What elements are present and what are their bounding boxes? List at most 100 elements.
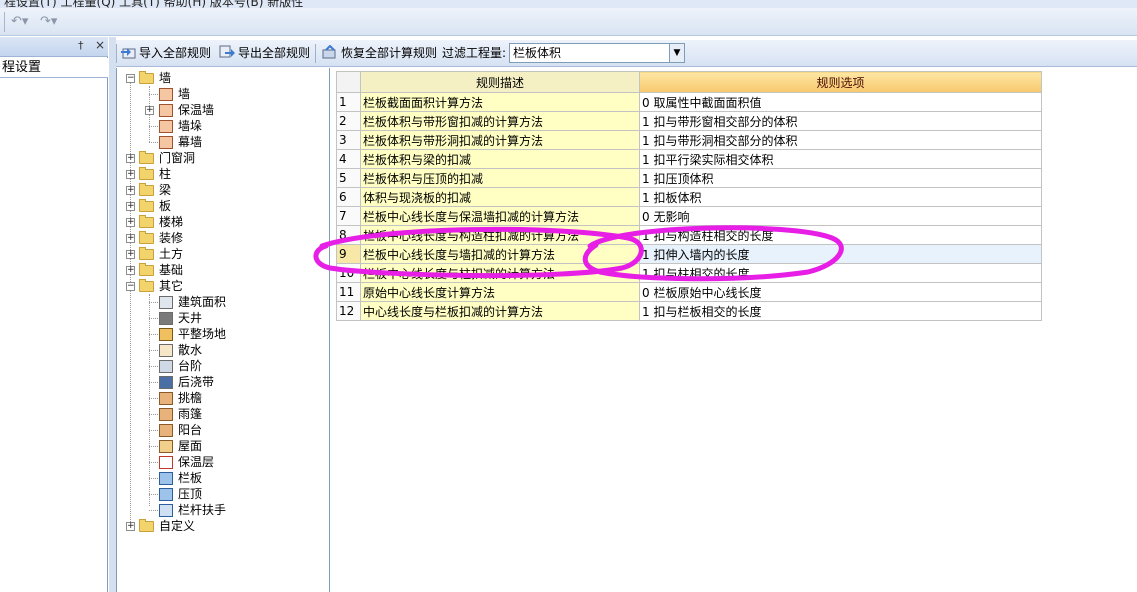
- rule-option-cell[interactable]: 1 扣平行梁实际相交体积: [639, 149, 1042, 169]
- skylight-icon: [159, 312, 173, 325]
- row-number-cell[interactable]: 2: [336, 111, 361, 131]
- tree-leaf-label: 栏板: [178, 471, 203, 485]
- rule-option-cell[interactable]: 1 扣与带形洞相交部分的体积: [639, 130, 1042, 150]
- row-number-cell[interactable]: 5: [336, 168, 361, 188]
- expand-icon[interactable]: +: [126, 218, 135, 227]
- quick-access-separator: [4, 12, 5, 32]
- rule-description-cell[interactable]: 栏板截面面积计算方法: [360, 92, 640, 112]
- column-header-description[interactable]: 规则描述: [360, 71, 640, 93]
- tree-node-label: 楼梯: [159, 215, 184, 229]
- rule-option-cell[interactable]: 0 取属性中截面面积值: [639, 92, 1042, 112]
- tree-node-label: 梁: [159, 183, 172, 197]
- table-row[interactable]: 1 栏板截面面积计算方法 0 取属性中截面面积值: [336, 92, 1042, 112]
- table-row[interactable]: 4 栏板体积与梁的扣减 1 扣平行梁实际相交体积: [336, 149, 1042, 169]
- collapse-icon[interactable]: −: [126, 74, 135, 83]
- expand-icon[interactable]: +: [126, 250, 135, 259]
- row-number-cell[interactable]: 1: [336, 92, 361, 112]
- filter-label: 过滤工程量:: [442, 46, 507, 60]
- rule-description-cell[interactable]: 原始中心线长度计算方法: [360, 282, 640, 302]
- rule-option-cell[interactable]: 1 扣与柱相交的长度: [639, 263, 1042, 283]
- table-row[interactable]: 9 栏板中心线长度与墙扣减的计算方法 1 扣伸入墙内的长度: [336, 244, 1042, 264]
- folder-icon: [139, 199, 154, 212]
- tree-connector: [149, 446, 158, 447]
- collapse-icon[interactable]: −: [126, 282, 135, 291]
- expand-icon[interactable]: +: [126, 154, 135, 163]
- expand-icon[interactable]: +: [126, 202, 135, 211]
- folder-icon: [139, 231, 154, 244]
- folder-icon: [139, 519, 154, 532]
- tree-leaf-label: 挑檐: [178, 391, 203, 405]
- import-rules-button[interactable]: 导入全部规则: [120, 44, 211, 62]
- expand-icon[interactable]: +: [126, 186, 135, 195]
- table-row[interactable]: 12 中心线长度与栏板扣减的计算方法 1 扣与栏板相交的长度: [336, 301, 1042, 321]
- rule-option-cell[interactable]: 1 扣与带形窗相交部分的体积: [639, 111, 1042, 131]
- expand-icon[interactable]: +: [126, 170, 135, 179]
- pin-icon[interactable]: †: [78, 39, 84, 52]
- splitter[interactable]: [109, 37, 116, 592]
- parapet-icon: [159, 472, 173, 485]
- undo-icon[interactable]: ↶▾: [11, 14, 28, 30]
- curtain-wall-icon: [159, 136, 173, 149]
- row-number-cell[interactable]: 4: [336, 149, 361, 169]
- folder-icon: [139, 215, 154, 228]
- left-nav-pane: [0, 37, 108, 592]
- rule-option-cell[interactable]: 0 栏板原始中心线长度: [639, 282, 1042, 302]
- tree-connector: [149, 142, 158, 143]
- table-row[interactable]: 8 栏板中心线长度与构造柱扣减的计算方法 1 扣与构造柱相交的长度: [336, 225, 1042, 245]
- row-number-cell[interactable]: 10: [336, 263, 361, 283]
- rule-description-cell[interactable]: 栏板体积与梁的扣减: [360, 149, 640, 169]
- rule-option-cell[interactable]: 1 扣与栏板相交的长度: [639, 301, 1042, 321]
- tree-leaf-label: 阳台: [178, 423, 203, 437]
- folder-icon: [139, 183, 154, 196]
- building-area-icon: [159, 296, 173, 309]
- rule-description-cell[interactable]: 栏板体积与带形窗扣减的计算方法: [360, 111, 640, 131]
- table-row[interactable]: 11 原始中心线长度计算方法 0 栏板原始中心线长度: [336, 282, 1042, 302]
- chevron-down-icon[interactable]: ▼: [669, 44, 684, 62]
- row-number-cell[interactable]: 3: [336, 130, 361, 150]
- expand-icon[interactable]: +: [126, 234, 135, 243]
- insulation-wall-icon: [159, 104, 173, 117]
- row-number-cell[interactable]: 11: [336, 282, 361, 302]
- rule-description-cell[interactable]: 栏板体积与带形洞扣减的计算方法: [360, 130, 640, 150]
- table-row[interactable]: 10 栏板中心线长度与柱扣减的计算方法 1 扣与柱相交的长度: [336, 263, 1042, 283]
- row-number-cell[interactable]: 8: [336, 225, 361, 245]
- close-icon[interactable]: ×: [95, 38, 105, 52]
- row-number-cell[interactable]: 9: [336, 244, 361, 264]
- eaves-icon: [159, 392, 173, 405]
- expand-icon[interactable]: +: [145, 106, 154, 115]
- table-row[interactable]: 2 栏板体积与带形窗扣减的计算方法 1 扣与带形窗相交部分的体积: [336, 111, 1042, 131]
- toolbar-grip: [116, 44, 117, 63]
- menu-strip: 程设置(T) 工程量(Q) 工具(T) 帮助(H) 版本号(B) 新版性: [0, 0, 1137, 8]
- rule-description-cell[interactable]: 栏板体积与压顶的扣减: [360, 168, 640, 188]
- rule-option-cell[interactable]: 1 扣板体积: [639, 187, 1042, 207]
- rule-option-cell[interactable]: 1 扣压顶体积: [639, 168, 1042, 188]
- expand-icon[interactable]: +: [126, 522, 135, 531]
- rule-description-cell[interactable]: 栏板中心线长度与保温墙扣减的计算方法: [360, 206, 640, 226]
- rule-description-cell[interactable]: 栏板中心线长度与柱扣减的计算方法: [360, 263, 640, 283]
- rule-description-cell[interactable]: 体积与现浇板的扣减: [360, 187, 640, 207]
- tree-leaf-label: 台阶: [178, 359, 203, 373]
- table-row[interactable]: 3 栏板体积与带形洞扣减的计算方法 1 扣与带形洞相交部分的体积: [336, 130, 1042, 150]
- restore-rules-button[interactable]: 恢复全部计算规则: [322, 44, 437, 62]
- tree-node-label: 板: [159, 199, 172, 213]
- expand-icon[interactable]: +: [126, 266, 135, 275]
- folder-icon: [139, 263, 154, 276]
- rule-option-cell[interactable]: 0 无影响: [639, 206, 1042, 226]
- filter-quantity-select[interactable]: 栏板体积 ▼: [509, 43, 685, 63]
- row-number-cell[interactable]: 6: [336, 187, 361, 207]
- redo-icon[interactable]: ↷▾: [40, 14, 57, 30]
- rule-option-cell[interactable]: 1 扣与构造柱相交的长度: [639, 225, 1042, 245]
- export-rules-button[interactable]: 导出全部规则: [219, 44, 310, 62]
- rule-description-cell[interactable]: 栏板中心线长度与墙扣减的计算方法: [360, 244, 640, 264]
- row-number-cell[interactable]: 7: [336, 206, 361, 226]
- table-row[interactable]: 5 栏板体积与压顶的扣减 1 扣压顶体积: [336, 168, 1042, 188]
- table-row[interactable]: 6 体积与现浇板的扣减 1 扣板体积: [336, 187, 1042, 207]
- tree-leaf-label: 墙垛: [178, 119, 203, 133]
- rule-option-cell[interactable]: 1 扣伸入墙内的长度: [639, 244, 1042, 264]
- nav-item-project-settings[interactable]: 程设置: [0, 58, 108, 78]
- column-header-option[interactable]: 规则选项: [639, 71, 1042, 93]
- table-row[interactable]: 7 栏板中心线长度与保温墙扣减的计算方法 0 无影响: [336, 206, 1042, 226]
- rule-description-cell[interactable]: 栏板中心线长度与构造柱扣减的计算方法: [360, 225, 640, 245]
- rule-description-cell[interactable]: 中心线长度与栏板扣减的计算方法: [360, 301, 640, 321]
- row-number-cell[interactable]: 12: [336, 301, 361, 321]
